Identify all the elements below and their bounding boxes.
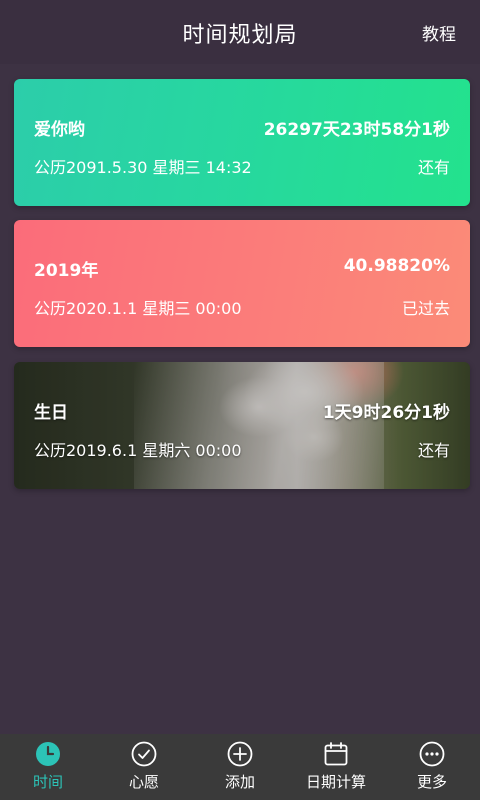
clock-icon [36, 742, 60, 766]
countdown-card-year[interactable]: 2019年 40.98820% 公历2020.1.1 星期三 00:00 已过去 [14, 220, 470, 347]
tab-time[interactable]: 时间 [0, 734, 96, 800]
card-countdown-value: 1天9时26分1秒 [322, 403, 450, 423]
card-name: 2019年 [34, 261, 99, 281]
card-name: 爱你哟 [34, 120, 85, 140]
tutorial-button[interactable]: 教程 [422, 20, 456, 45]
app-root: 时间规划局 教程 爱你哟 26297天23时58分1秒 公历2091.5.30 … [0, 0, 480, 800]
check-circle-icon [131, 741, 157, 767]
calendar-icon [324, 742, 348, 766]
countdown-card-love[interactable]: 爱你哟 26297天23时58分1秒 公历2091.5.30 星期三 14:32… [14, 79, 470, 206]
tab-date-calc[interactable]: 日期计算 [288, 734, 384, 800]
more-icon [419, 741, 445, 767]
card-date: 公历2091.5.30 星期三 14:32 [34, 158, 252, 177]
bottom-tab-bar: 时间 心愿 添加 日期计算 更多 [0, 734, 480, 800]
tab-label: 更多 [416, 773, 447, 791]
tab-label: 心愿 [128, 773, 159, 791]
card-status: 还有 [417, 441, 450, 460]
tab-label: 时间 [32, 773, 63, 791]
header-bar: 时间规划局 教程 [0, 0, 480, 64]
card-name: 生日 [34, 403, 68, 423]
card-date: 公历2020.1.1 星期三 00:00 [34, 299, 242, 318]
card-date: 公历2019.6.1 星期六 00:00 [34, 441, 242, 460]
card-status: 已过去 [401, 299, 450, 318]
tab-add[interactable]: 添加 [192, 734, 288, 800]
tab-label: 日期计算 [305, 773, 366, 791]
page-title: 时间规划局 [182, 23, 298, 48]
tab-label: 添加 [224, 773, 255, 791]
card-status: 还有 [417, 158, 450, 177]
plus-circle-icon [227, 741, 253, 767]
card-photo-overlay [14, 362, 470, 489]
card-progress-value: 40.98820% [343, 256, 450, 276]
tab-more[interactable]: 更多 [384, 734, 480, 800]
tab-wish[interactable]: 心愿 [96, 734, 192, 800]
card-countdown-value: 26297天23时58分1秒 [263, 120, 450, 140]
countdown-card-birthday[interactable]: 生日 1天9时26分1秒 公历2019.6.1 星期六 00:00 还有 [14, 362, 470, 489]
